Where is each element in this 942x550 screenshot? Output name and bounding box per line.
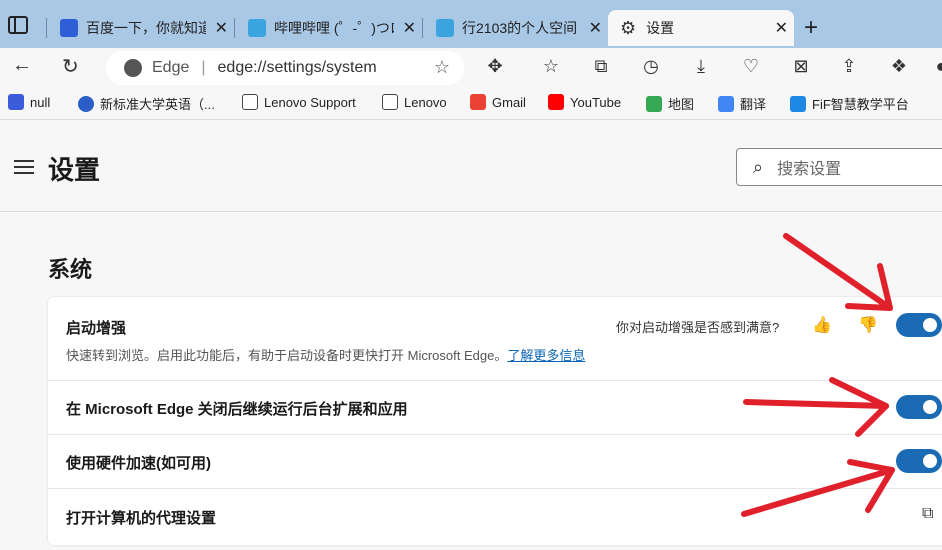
page-icon [382,94,398,110]
search-placeholder: 搜索设置 [777,161,842,178]
extensions-icon[interactable]: ✥ [484,56,506,78]
close-icon[interactable]: ✕ [589,18,602,38]
setting-startup-boost: 启动增强 你对启动增强是否感到满意? 👍 👎 快速转到浏览。启用此功能后，有助于… [48,297,942,381]
web-capture-icon[interactable]: ⊠ [790,56,812,78]
setting-title: 在 Microsoft Edge 关闭后继续运行后台扩展和应用 [66,401,408,418]
learn-more-link[interactable]: 了解更多信息 [507,348,585,363]
address-bar[interactable]: Edge | edge://settings/system ☆ [106,51,464,85]
external-link-icon[interactable]: ⧉ [922,505,933,523]
bookmark-label: 翻译 [740,97,767,112]
section-title: 系统 [48,257,93,282]
search-settings-input[interactable]: ⌕ 搜索设置 [736,148,942,186]
settings-card: 启动增强 你对启动增强是否感到满意? 👍 👎 快速转到浏览。启用此功能后，有助于… [48,297,942,545]
tab-actions-icon[interactable] [8,16,28,34]
collections-icon[interactable]: ⧉ [590,56,612,78]
cg-icon [8,94,24,110]
menu-icon[interactable] [14,160,34,174]
share-icon[interactable]: ⇪ [838,56,860,78]
bookmark-label: 新标准大学英语（... [100,97,215,112]
maps-icon [646,95,662,112]
toolbar: ← ↻ Edge | edge://settings/system ☆ ✥ ☆ … [0,48,942,88]
bookmark-lenovo-support[interactable]: Lenovo Support [242,94,356,110]
setting-proxy[interactable]: 打开计算机的代理设置 ⧉ [48,489,942,545]
fif-icon [790,95,806,112]
bookmark-label: Lenovo [404,94,447,110]
page-title: 设置 [48,155,101,185]
add-favorite-icon[interactable]: ☆ [434,57,450,78]
background-extensions-toggle[interactable] [896,395,942,419]
close-icon[interactable]: ✕ [775,18,788,38]
setting-title: 打开计算机的代理设置 [66,510,217,527]
feedback-prompt: 你对启动增强是否感到满意? [616,320,780,335]
tab-baidu[interactable]: 百度一下，你就知道 ✕ [48,10,234,46]
history-icon[interactable]: ◷ [640,56,662,78]
tab-bilibili[interactable]: 哔哩哔哩 (゜-゜)つロ ✕ [236,10,422,46]
tab-label: 百度一下，你就知道 [86,20,206,36]
address-separator: | [201,59,206,76]
translate-icon [718,95,734,112]
bookmark-fif[interactable]: FiF智慧教学平台 [790,94,909,113]
bookmark-maps[interactable]: 地图 [646,94,694,113]
tab-label: 行2103的个人空间 [462,20,578,36]
tab-label: 哔哩哔哩 (゜-゜)つロ [274,20,394,36]
gear-icon: ⚙ [620,17,637,38]
youtube-icon [548,94,564,110]
gmail-icon [470,94,486,110]
bookmark-fltrp[interactable]: 新标准大学英语（... [78,94,215,113]
setting-title: 启动增强 [66,320,127,337]
bookmark-label: Gmail [492,94,526,110]
address-brand: Edge [152,59,190,76]
back-button[interactable]: ← [12,54,32,77]
bilibili-icon [248,19,266,37]
bookmark-label: YouTube [570,94,622,110]
bookmark-youtube[interactable]: YouTube [548,94,621,110]
setting-description: 快速转到浏览。启用此功能后，有助于启动设备时更快打开 Microsoft Edg… [66,345,585,364]
tab-settings[interactable]: ⚙ 设置 ✕ [608,10,794,46]
tab-strip: 百度一下，你就知道 ✕ 哔哩哔哩 (゜-゜)つロ ✕ 行2103的个人空间 ✕ … [0,0,942,48]
edge-logo-icon [124,59,142,77]
tab-separator [46,18,47,38]
bilibili-icon [436,19,454,37]
favorites-icon[interactable]: ☆ [540,56,562,78]
startup-boost-toggle[interactable] [896,313,942,337]
setting-background-extensions: 在 Microsoft Edge 关闭后继续运行后台扩展和应用 [48,381,942,435]
bookmark-gmail[interactable]: Gmail [470,94,526,110]
bookmarks-bar: null 新标准大学英语（... Lenovo Support Lenovo G… [0,88,942,120]
address-url[interactable]: edge://settings/system [218,59,377,77]
description-text: 快速转到浏览。启用此功能后，有助于启动设备时更快打开 Microsoft Edg… [66,348,508,363]
bookmark-null[interactable]: null [8,94,50,110]
tab-label: 设置 [646,20,675,36]
downloads-icon[interactable]: ⤓ [690,56,712,78]
bookmark-lenovo[interactable]: Lenovo [382,94,447,110]
refresh-button[interactable]: ↻ [62,54,79,79]
page-icon [242,94,258,110]
fltrp-icon [78,95,94,112]
tab-separator [234,18,235,38]
close-icon[interactable]: ✕ [403,18,416,38]
settings-header: 设置 ⌕ 搜索设置 [0,120,942,212]
copilot-icon[interactable]: ❖ [888,56,910,78]
bookmark-label: null [30,94,51,110]
browser-essentials-icon[interactable]: ♡ [740,56,762,78]
profile-icon[interactable]: ● [930,56,942,78]
bookmark-translate[interactable]: 翻译 [718,94,766,113]
baidu-icon [60,19,78,37]
setting-title: 使用硬件加速(如可用) [66,455,211,472]
bookmark-label: FiF智慧教学平台 [812,97,909,112]
tab-separator [422,18,423,38]
bookmark-label: 地图 [668,97,695,112]
close-icon[interactable]: ✕ [215,18,228,38]
search-icon: ⌕ [753,156,764,177]
new-tab-button[interactable]: + [804,14,818,42]
hardware-acceleration-toggle[interactable] [896,449,942,473]
thumbs-up-icon[interactable]: 👍 [812,315,832,335]
bookmark-label: Lenovo Support [264,94,356,110]
tab-user-space[interactable]: 行2103的个人空间 ✕ [424,10,608,46]
thumbs-down-icon[interactable]: 👎 [858,315,878,335]
setting-hardware-acceleration: 使用硬件加速(如可用) [48,435,942,489]
